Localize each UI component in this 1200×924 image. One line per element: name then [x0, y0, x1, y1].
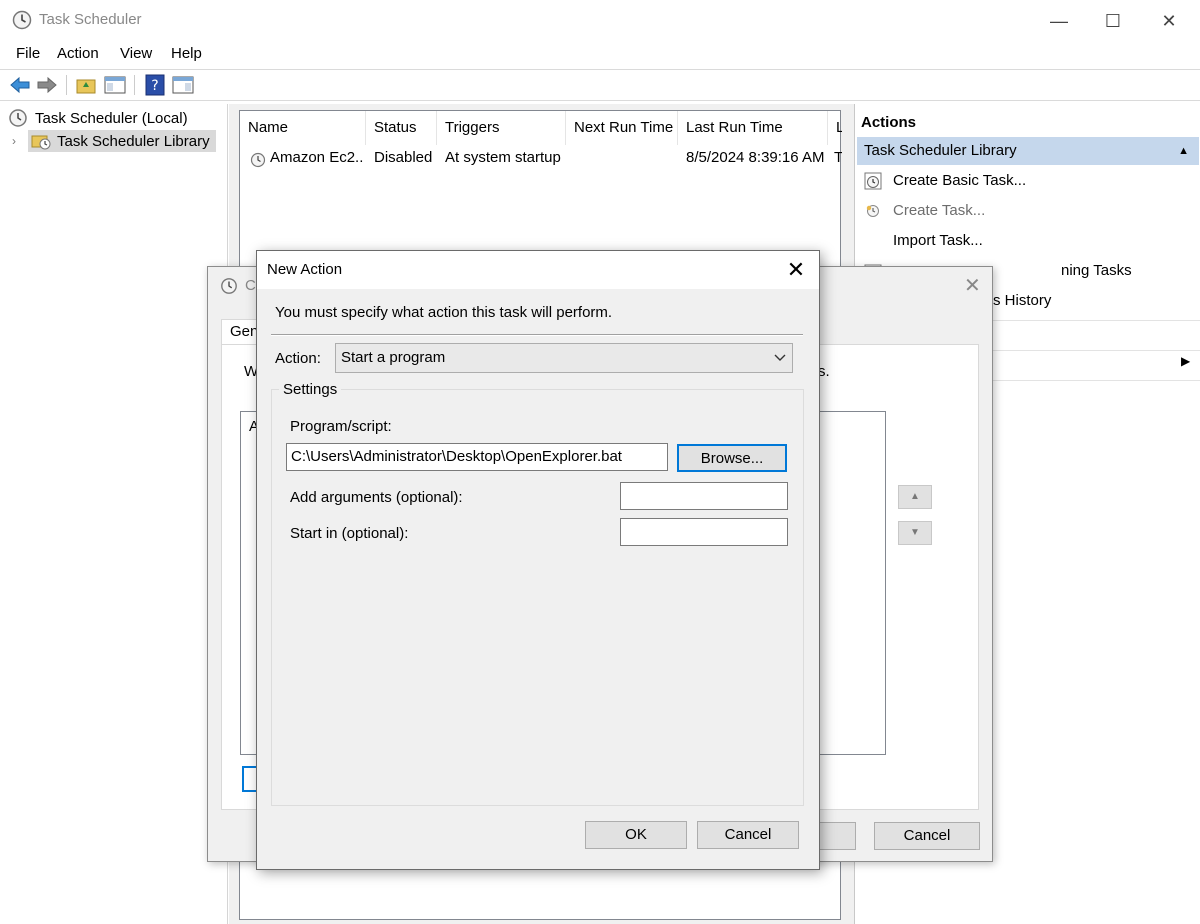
add-arguments-label: Add arguments (optional):	[290, 489, 463, 506]
forward-arrow-icon[interactable]	[35, 73, 59, 97]
task-triggers: At system startup	[445, 149, 561, 166]
program-script-input[interactable]: C:\Users\Administrator\Desktop\OpenExplo…	[286, 443, 668, 471]
minimize-button[interactable]: —	[1036, 8, 1082, 34]
move-up-button[interactable]: ▲	[898, 485, 932, 509]
create-task-icon	[866, 205, 879, 217]
action-create-basic-task[interactable]: Create Basic Task...	[855, 167, 1195, 195]
column-header-triggers[interactable]: Triggers	[437, 111, 566, 145]
help-icon[interactable]: ?	[143, 73, 167, 97]
new-action-instruction: You must specify what action this task w…	[275, 304, 613, 321]
cancel-button-back[interactable]: Cancel	[874, 822, 980, 850]
menu-help[interactable]: Help	[171, 45, 202, 62]
actions-section-library[interactable]: Task Scheduler Library ▲	[857, 137, 1199, 165]
dialog-clock-icon	[221, 278, 237, 294]
console-tree: Task Scheduler (Local) › Task Scheduler …	[4, 104, 228, 924]
submenu-arrow-icon[interactable]: ▶	[1181, 354, 1190, 368]
title-bar: Task Scheduler — ☐ ✕	[0, 0, 1200, 42]
new-action-dialog: New Action ✕ You must specify what actio…	[256, 250, 820, 870]
action-type-dropdown[interactable]: Start a program	[335, 343, 793, 373]
clock-icon	[9, 109, 27, 127]
action-label: Create Task...	[893, 202, 986, 219]
action-label: Import Task...	[893, 232, 983, 249]
column-header-next-run-time[interactable]: Next Run Time	[566, 111, 678, 145]
task-status: Disabled	[374, 149, 433, 166]
action-label: Action:	[275, 350, 321, 367]
svg-text:?: ?	[151, 78, 158, 94]
back-arrow-icon[interactable]	[8, 73, 32, 97]
column-header-last-run-time[interactable]: Last Run Time	[678, 111, 828, 145]
create-basic-task-icon	[864, 172, 882, 190]
action-label: Create Basic Task...	[893, 172, 1027, 189]
program-script-label: Program/script:	[290, 418, 392, 435]
dialog-close-icon[interactable]: ✕	[964, 273, 981, 298]
menu-bar: File Action View Help	[0, 42, 1200, 68]
start-in-label: Start in (optional):	[290, 525, 409, 542]
action-type-value: Start a program	[341, 349, 446, 366]
action-create-task[interactable]: Create Task...	[855, 197, 1195, 225]
actions-header: Actions	[861, 114, 917, 131]
task-next-run	[574, 149, 674, 171]
actions-section-label: Task Scheduler Library	[864, 142, 1017, 159]
task-last-result: T	[834, 149, 842, 166]
chevron-right-icon[interactable]: ›	[12, 134, 28, 148]
collapse-up-icon[interactable]: ▲	[1178, 137, 1189, 165]
move-down-button[interactable]: ▼	[898, 521, 932, 545]
task-last-run: 8/5/2024 8:39:16 AM	[686, 149, 825, 166]
tree-label-root: Task Scheduler (Local)	[35, 109, 188, 127]
library-folder-clock-icon	[31, 135, 51, 150]
maximize-button[interactable]: ☐	[1090, 8, 1136, 34]
browse-button[interactable]: Browse...	[677, 444, 787, 472]
ok-button[interactable]: OK	[585, 821, 687, 849]
menu-action[interactable]: Action	[57, 45, 99, 62]
menu-view[interactable]: View	[120, 45, 152, 62]
action-import-task[interactable]: Import Task...	[855, 227, 1195, 255]
window-title: Task Scheduler	[39, 11, 142, 28]
tree-library-selection: Task Scheduler Library	[28, 130, 216, 152]
close-window-button[interactable]: ✕	[1146, 8, 1192, 34]
chevron-down-icon	[774, 354, 786, 361]
tree-label-library: Task Scheduler Library	[57, 132, 210, 150]
add-arguments-input[interactable]	[620, 482, 788, 510]
tree-item-task-scheduler-library[interactable]: › Task Scheduler Library	[12, 130, 216, 152]
new-action-titlebar: New Action ✕	[257, 251, 819, 289]
toolbar: ?	[0, 69, 1200, 101]
column-header-status[interactable]: Status	[366, 111, 437, 145]
column-header-last-run-result[interactable]: L	[828, 111, 842, 145]
action-label: ning Tasks	[1061, 262, 1132, 279]
settings-label: Settings	[279, 381, 342, 398]
show-hide-action-pane-icon[interactable]	[171, 73, 195, 97]
ok-button-back[interactable]	[816, 822, 856, 850]
new-action-title: New Action	[267, 261, 343, 278]
start-in-input[interactable]	[620, 518, 788, 546]
cancel-button[interactable]: Cancel	[697, 821, 799, 849]
close-icon[interactable]: ✕	[783, 257, 809, 283]
menu-file[interactable]: File	[16, 45, 40, 62]
task-name: Amazon Ec2...	[270, 149, 364, 166]
separator	[271, 334, 803, 336]
task-clock-icon	[250, 152, 266, 168]
column-header-name[interactable]: Name	[240, 111, 366, 145]
action-label: s History	[993, 292, 1052, 309]
show-hide-console-tree-icon[interactable]	[103, 73, 127, 97]
up-folder-icon[interactable]	[74, 73, 98, 97]
tree-item-task-scheduler-local[interactable]: Task Scheduler (Local)	[8, 107, 188, 129]
dialog-title: C	[245, 277, 256, 294]
task-scheduler-clock-icon	[12, 10, 32, 30]
